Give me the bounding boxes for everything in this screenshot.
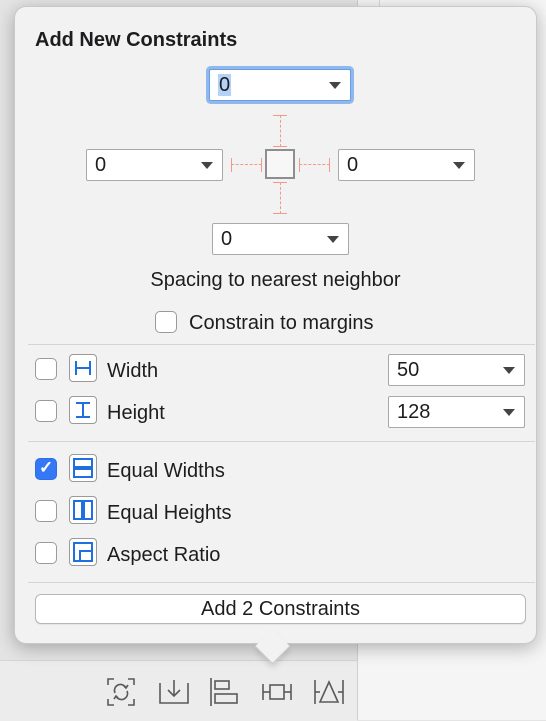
equal-heights-icon [69,496,97,524]
divider [28,582,535,583]
chevron-down-icon[interactable] [327,236,339,243]
checkmark-icon: ✓ [39,458,54,477]
equal-widths-checkbox[interactable]: ✓ [35,458,57,480]
height-checkbox[interactable] [35,400,57,422]
equal-heights-label: Equal Heights [107,502,232,524]
aspect-ratio-checkbox[interactable] [35,542,57,564]
bottom-spacing-field[interactable]: 0 [212,223,349,255]
height-label: Height [107,402,165,424]
divider [28,441,535,442]
chevron-down-icon[interactable] [503,367,515,374]
chevron-down-icon[interactable] [453,162,465,169]
height-constraint-icon [69,396,97,424]
height-value-field[interactable]: 128 [388,396,525,428]
width-constraint-icon [69,354,97,382]
add-constraints-button[interactable]: Add 2 Constraints [35,594,526,624]
divider [28,344,535,345]
width-checkbox[interactable] [35,358,57,380]
aspect-ratio-label: Aspect Ratio [107,544,221,566]
constrain-to-margins-checkbox[interactable] [155,311,177,333]
equal-widths-icon [69,454,97,482]
equal-heights-checkbox[interactable] [35,500,57,522]
update-frames-icon[interactable] [105,676,137,708]
equal-widths-label: Equal Widths [107,460,225,482]
top-spacing-field[interactable]: 0 [209,69,351,101]
aspect-ratio-icon [69,538,97,566]
add-constraints-popover: Add New Constraints 0 0 0 0 Spacing to n… [14,6,537,644]
chevron-down-icon[interactable] [201,162,213,169]
spacing-caption: Spacing to nearest neighbor [150,269,401,291]
chevron-down-icon[interactable] [503,409,515,416]
width-label: Width [107,360,159,382]
constrain-to-margins-label: Constrain to margins [189,312,374,334]
chevron-down-icon[interactable] [329,82,341,89]
width-value-field[interactable]: 50 [388,354,525,386]
embed-in-icon[interactable] [158,676,190,708]
popover-title: Add New Constraints [35,29,238,51]
left-spacing-field[interactable]: 0 [86,149,223,181]
resolve-issues-icon[interactable] [313,676,345,708]
add-constraints-icon[interactable] [261,676,293,708]
view-placeholder-box [265,149,295,179]
align-icon[interactable] [209,676,241,708]
right-spacing-field[interactable]: 0 [338,149,475,181]
